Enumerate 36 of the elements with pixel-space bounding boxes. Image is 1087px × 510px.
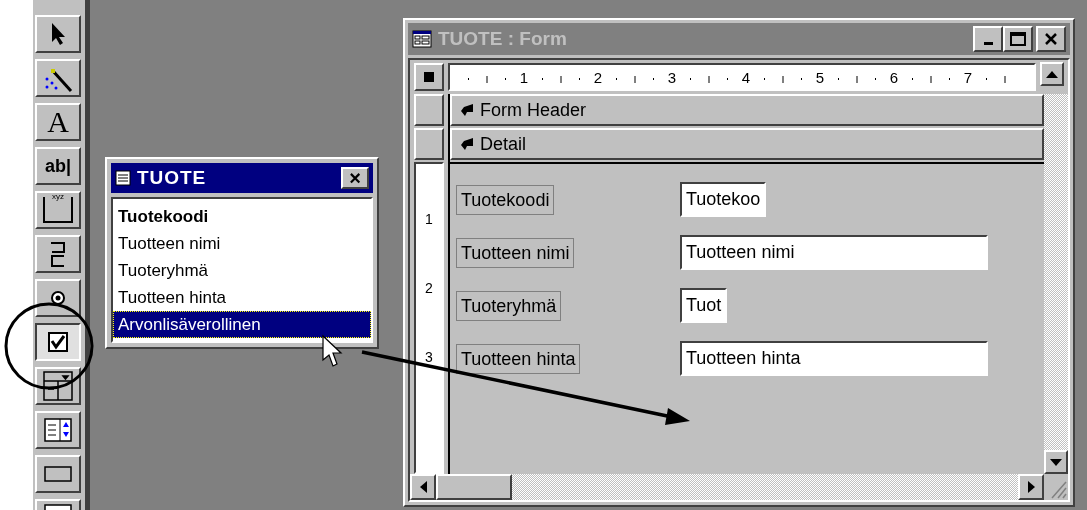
section-label: Form Header <box>480 98 587 122</box>
tool-button[interactable]: A <box>35 103 81 141</box>
ruler-number: 2 <box>593 69 602 85</box>
control-label[interactable]: Tuotekoodi <box>456 184 555 215</box>
text-box-control[interactable]: Tuotekoo <box>680 182 767 217</box>
tool-button[interactable]: ab| <box>35 147 81 185</box>
control-label[interactable]: Tuotteen hinta <box>456 343 581 374</box>
option-group-caption: xyz <box>51 193 65 201</box>
field-list-item[interactable]: Tuoteryhmä <box>113 257 371 284</box>
close-button[interactable]: × <box>341 167 369 189</box>
ruler-number: 3 <box>667 69 676 85</box>
section-label: Detail <box>480 132 527 156</box>
ruler-number: 6 <box>889 69 898 85</box>
ruler-number: 1 <box>425 212 433 226</box>
section-bar[interactable]: Detail <box>450 128 1044 160</box>
field-list-item[interactable]: Arvonlisäverollinen <box>113 311 371 338</box>
ruler-number: 7 <box>963 69 972 85</box>
window-title: TUOTE <box>137 165 208 190</box>
tool-button[interactable]: xyz <box>35 191 81 229</box>
section-bar[interactable]: Form Header <box>450 94 1044 126</box>
textbox-tool-glyph: ab| <box>44 157 71 175</box>
text-box-control[interactable]: Tuot <box>680 288 728 323</box>
field-list-item[interactable]: Tuotteen hinta <box>113 284 371 311</box>
window-title: TUOTE : Form <box>438 26 568 51</box>
control-label[interactable]: Tuotteen nimi <box>456 237 575 268</box>
field-list-item[interactable]: Tuotekoodi <box>113 203 371 230</box>
field-list-item[interactable]: Tuotteen nimi <box>113 230 371 257</box>
ruler-number: 4 <box>741 69 750 85</box>
ruler-number: 1 <box>519 69 528 85</box>
text-box-control[interactable]: Tuotteen hinta <box>680 341 988 376</box>
label-tool-glyph: A <box>47 107 69 137</box>
ruler-number: 2 <box>425 281 433 295</box>
ruler-number: 3 <box>425 350 433 364</box>
ruler-number: 5 <box>815 69 824 85</box>
text-box-control[interactable]: Tuotteen nimi <box>680 235 988 270</box>
control-label[interactable]: Tuoteryhmä <box>456 290 562 321</box>
